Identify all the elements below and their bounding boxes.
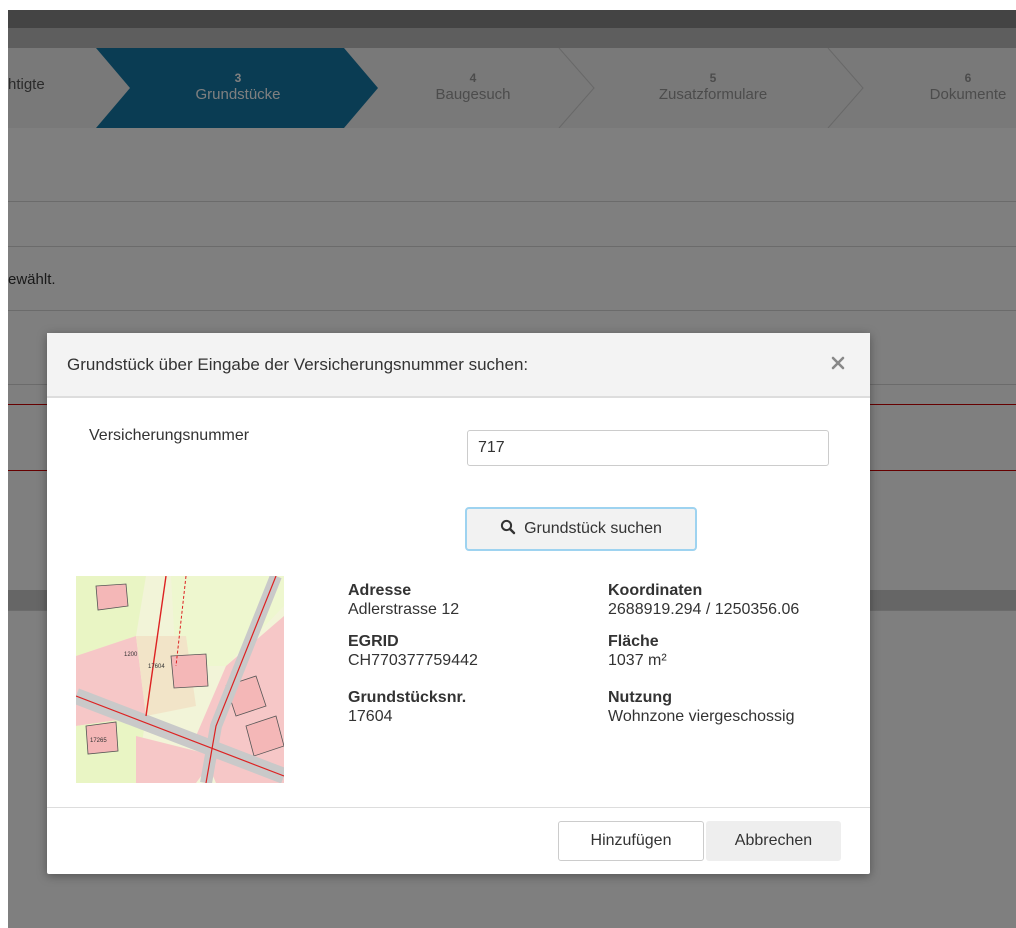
- info-key: Fläche: [608, 633, 659, 650]
- info-key: Nutzung: [608, 689, 672, 706]
- dialog-footer-divider: [47, 807, 870, 808]
- info-egrid: EGRID CH770377759442: [348, 632, 478, 670]
- info-coordinates: Koordinaten 2688919.294 / 1250356.06: [608, 581, 799, 619]
- info-parcel-number: Grundstücksnr. 17604: [348, 688, 466, 726]
- info-area: Fläche 1037 m²: [608, 632, 667, 670]
- info-key: Grundstücksnr.: [348, 689, 467, 706]
- info-address: Adresse Adlerstrasse 12: [348, 581, 459, 619]
- dialog-header: Grundstück über Eingabe der Versicherung…: [47, 333, 870, 398]
- info-value: CH770377759442: [348, 652, 478, 669]
- info-value: 17604: [348, 708, 393, 725]
- map-parcel-label: 17265: [90, 738, 107, 744]
- info-value: 2688919.294 / 1250356.06: [608, 601, 800, 618]
- dialog-title: Grundstück über Eingabe der Versicherung…: [67, 355, 529, 374]
- info-value: Wohnzone viergeschossig: [608, 708, 795, 725]
- close-icon[interactable]: [828, 353, 848, 373]
- search-button-label: Grundstück suchen: [524, 520, 662, 537]
- search-parcel-button[interactable]: Grundstück suchen: [465, 507, 697, 551]
- info-key: Koordinaten: [608, 582, 703, 599]
- add-button[interactable]: Hinzufügen: [558, 821, 704, 861]
- info-key: Adresse: [348, 582, 412, 599]
- map-parcel-label: 17604: [148, 664, 165, 670]
- info-usage: Nutzung Wohnzone viergeschossig: [608, 688, 794, 726]
- info-key: EGRID: [348, 633, 399, 650]
- info-value: 1037 m²: [608, 652, 667, 669]
- cadastral-map-thumbnail: 1200 17604 17265: [76, 576, 284, 783]
- search-icon: [500, 519, 516, 540]
- cancel-button[interactable]: Abbrechen: [706, 821, 841, 861]
- insurance-number-input[interactable]: [467, 430, 829, 466]
- info-value: Adlerstrasse 12: [348, 601, 460, 618]
- map-parcel-label: 1200: [124, 652, 138, 658]
- insurance-number-label: Versicherungsnummer: [89, 427, 250, 444]
- search-parcel-dialog: Grundstück über Eingabe der Versicherung…: [47, 333, 870, 874]
